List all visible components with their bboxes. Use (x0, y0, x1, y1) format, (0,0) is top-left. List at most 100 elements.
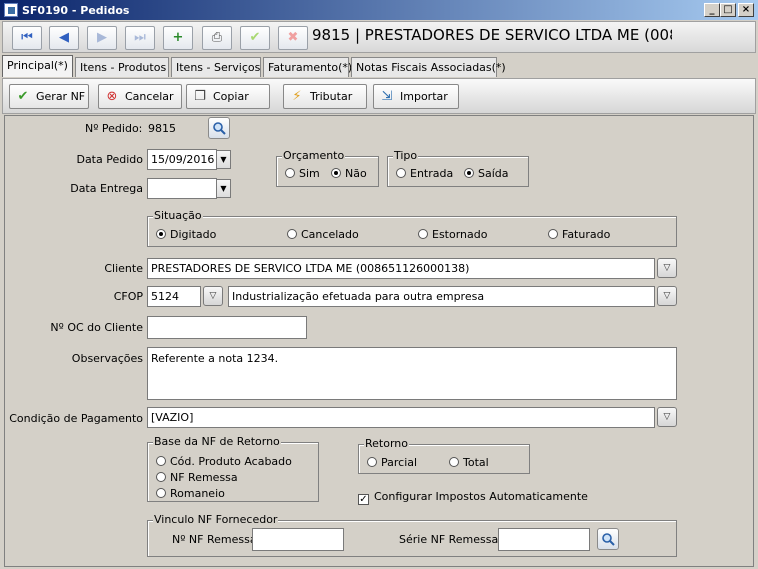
cfop-description-input[interactable]: Industrialização efetuada para outra emp… (228, 286, 655, 307)
new-document-icon: + (172, 30, 184, 45)
observacoes-label: Observações (71, 352, 143, 365)
first-record-button[interactable]: ⏮ (12, 26, 42, 50)
retorno-total-radio[interactable]: Total (449, 456, 489, 469)
data-entrega-dropdown[interactable]: ▼ (216, 179, 231, 198)
situacao-group: Situação Digitado Cancelado Estornado Fa… (147, 209, 677, 247)
base-nf-remessa-radio[interactable]: NF Remessa (156, 471, 238, 484)
app-icon (4, 3, 18, 17)
previous-record-button[interactable]: ◀ (49, 26, 79, 50)
action-bar: ✔ Gerar NF ⊗ Cancelar ❐ Copiar ⚡ Tributa… (2, 78, 756, 114)
print-button[interactable]: ⎙ (202, 26, 232, 50)
orcamento-nao-label: Não (345, 167, 367, 180)
gerar-nf-button[interactable]: ✔ Gerar NF (9, 84, 89, 109)
situacao-cancelado-label: Cancelado (301, 228, 359, 241)
tributar-label: Tributar (310, 90, 353, 103)
oc-input[interactable] (147, 316, 307, 339)
chevron-down-icon: ▽ (209, 291, 217, 301)
situacao-faturado-radio[interactable]: Faturado (548, 228, 610, 241)
pedido-value: 9815 (148, 122, 176, 135)
copiar-button[interactable]: ❐ Copiar (186, 84, 270, 109)
tipo-entrada-radio[interactable]: Entrada (396, 167, 453, 180)
tab-itens-produtos[interactable]: Itens - Produtos (75, 57, 169, 77)
orcamento-title: Orçamento (282, 149, 346, 162)
tab-faturamento[interactable]: Faturamento(*) (263, 57, 352, 77)
lightning-icon: ⚡ (292, 89, 302, 104)
data-pedido-label: Data Pedido (76, 153, 143, 166)
chevron-down-icon: ▼ (220, 155, 227, 164)
orcamento-group: Orçamento Sim Não (276, 149, 379, 187)
configurar-impostos-label: Configurar Impostos Automaticamente (374, 490, 588, 503)
cancelar-button[interactable]: ⊗ Cancelar (98, 84, 182, 109)
pedido-search-button[interactable] (208, 117, 230, 139)
importar-button[interactable]: ⇲ Importar (373, 84, 459, 109)
vinculo-nf-fornecedor-group: Vinculo NF Fornecedor Nº NF Remessa Séri… (147, 513, 677, 557)
orcamento-nao-radio[interactable]: Não (331, 167, 367, 180)
next-record-button[interactable]: ▶ (87, 26, 117, 50)
serie-nf-remessa-input[interactable] (498, 528, 590, 551)
data-pedido-input[interactable]: 15/09/2016 (147, 149, 217, 170)
configurar-impostos-checkbox[interactable]: ✓ Configurar Impostos Automaticamente (358, 490, 588, 505)
search-icon (602, 533, 615, 546)
last-record-icon: ⏭ (134, 30, 146, 45)
cfop-code-input[interactable]: 5124 (147, 286, 201, 307)
record-title: 9815 | PRESTADORES DE SERVICO LTDA ME (0… (312, 26, 672, 44)
nf-remessa-search-button[interactable] (597, 528, 619, 550)
checkbox-check-icon: ✓ (358, 494, 369, 505)
close-button[interactable]: × (738, 3, 754, 17)
copiar-label: Copiar (213, 90, 249, 103)
new-record-button[interactable]: + (163, 26, 193, 50)
previous-icon: ◀ (59, 30, 69, 45)
situacao-title: Situação (153, 209, 203, 222)
data-entrega-input[interactable] (147, 178, 217, 199)
tipo-saida-radio[interactable]: Saída (464, 167, 509, 180)
nf-remessa-input[interactable] (252, 528, 344, 551)
first-record-icon: ⏮ (21, 30, 33, 45)
importar-label: Importar (400, 90, 448, 103)
cfop-description-dropdown-button[interactable]: ▽ (657, 286, 677, 306)
retorno-group: Retorno Parcial Total (358, 437, 530, 474)
chevron-down-icon: ▽ (663, 291, 671, 301)
tab-itens-servicos[interactable]: Itens - Serviços (171, 57, 261, 77)
vinculo-nf-fornecedor-title: Vinculo NF Fornecedor (153, 513, 279, 526)
retorno-total-label: Total (463, 456, 489, 469)
delete-button[interactable]: ✖ (278, 26, 308, 50)
nf-remessa-label: Nº NF Remessa (172, 533, 257, 546)
situacao-estornado-radio[interactable]: Estornado (418, 228, 487, 241)
tab-notas-fiscais-associadas[interactable]: Notas Fiscais Associadas(*) (351, 57, 506, 77)
checkmark-icon: ✔ (249, 30, 261, 45)
confirm-button[interactable]: ✔ (240, 26, 270, 50)
search-icon (213, 122, 226, 135)
situacao-estornado-label: Estornado (432, 228, 488, 241)
situacao-cancelado-radio[interactable]: Cancelado (287, 228, 359, 241)
window-titlebar: SF0190 - Pedidos _ □ × (0, 0, 758, 20)
orcamento-sim-radio[interactable]: Sim (285, 167, 320, 180)
retorno-parcial-label: Parcial (381, 456, 418, 469)
last-record-button[interactable]: ⏭ (125, 26, 155, 50)
next-icon: ▶ (97, 30, 107, 45)
cliente-dropdown-button[interactable]: ▽ (657, 258, 677, 278)
base-cod-produto-radio[interactable]: Cód. Produto Acabado (156, 455, 292, 468)
retorno-title: Retorno (364, 437, 409, 450)
situacao-digitado-label: Digitado (170, 228, 217, 241)
observacoes-textarea[interactable]: Referente a nota 1234. (147, 347, 677, 400)
minimize-button[interactable]: _ (704, 3, 720, 17)
situacao-digitado-radio[interactable]: Digitado (156, 228, 216, 241)
maximize-button[interactable]: □ (720, 3, 736, 17)
main-form-panel: Nº Pedido: 9815 Data Pedido 15/09/2016 ▼… (4, 115, 754, 567)
condicao-pagamento-input[interactable]: [VAZIO] (147, 407, 655, 428)
base-romaneio-radio[interactable]: Romaneio (156, 487, 225, 500)
tipo-entrada-label: Entrada (410, 167, 454, 180)
condicao-pagamento-dropdown-button[interactable]: ▽ (657, 407, 677, 427)
base-nf-retorno-group: Base da NF de Retorno Cód. Produto Acaba… (147, 435, 319, 502)
tributar-button[interactable]: ⚡ Tributar (283, 84, 367, 109)
tab-principal[interactable]: Principal(*) (2, 55, 73, 77)
base-cod-produto-label: Cód. Produto Acabado (170, 455, 292, 468)
retorno-parcial-radio[interactable]: Parcial (367, 456, 417, 469)
data-pedido-dropdown[interactable]: ▼ (216, 150, 231, 169)
base-romaneio-label: Romaneio (170, 487, 225, 500)
chevron-down-icon: ▽ (663, 263, 671, 273)
cliente-input[interactable]: PRESTADORES DE SERVICO LTDA ME (00865112… (147, 258, 655, 279)
situacao-faturado-label: Faturado (562, 228, 611, 241)
condicao-pagamento-label: Condição de Pagamento (9, 412, 143, 425)
cfop-dropdown-button[interactable]: ▽ (203, 286, 223, 306)
